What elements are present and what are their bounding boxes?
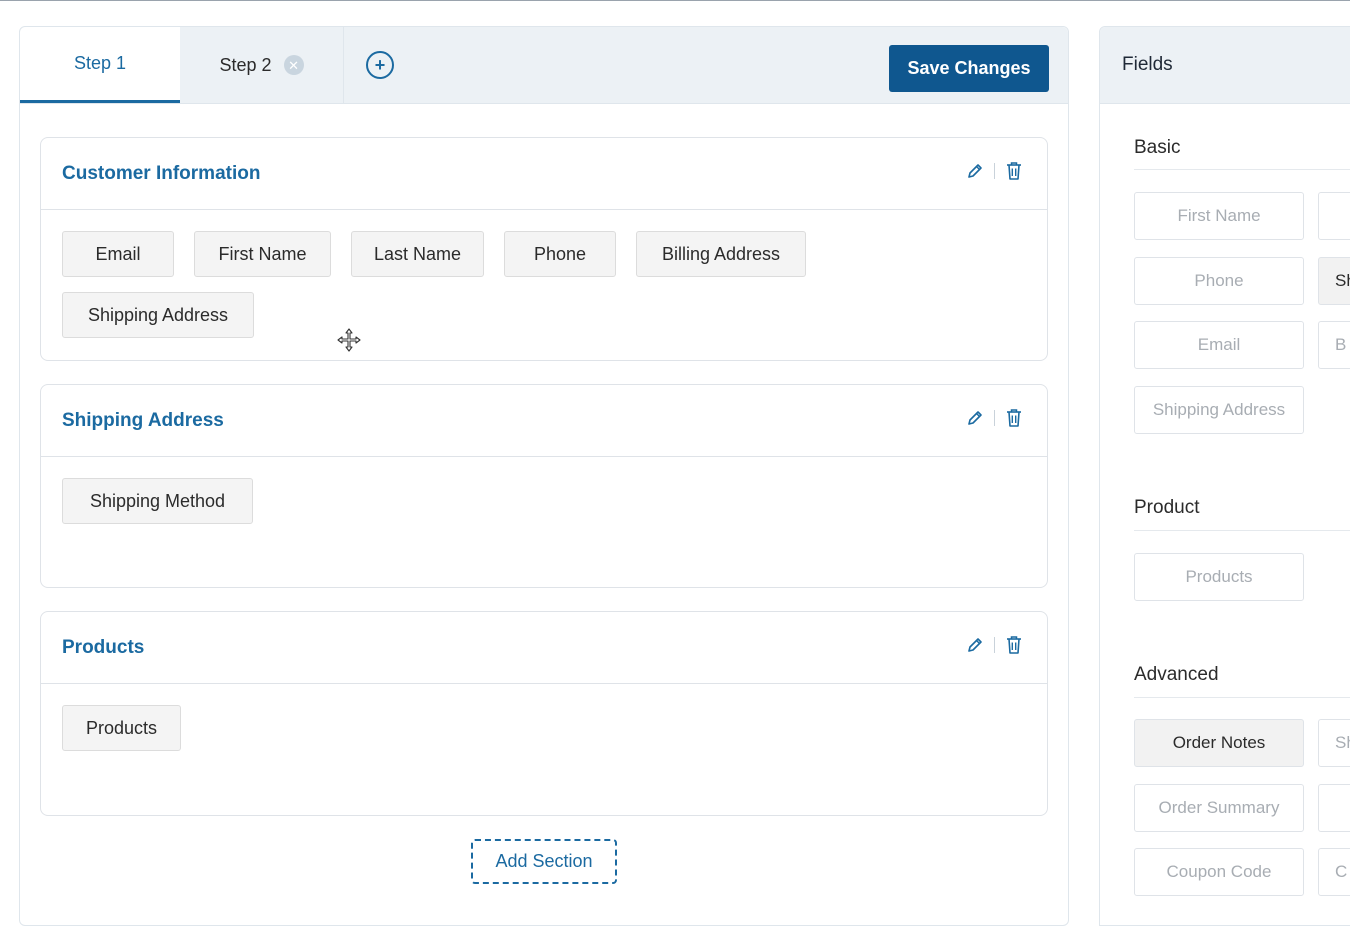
close-icon[interactable]: ✕ xyxy=(283,55,304,75)
fields-panel: Fields Basic First Name Phone Sh Email B… xyxy=(1099,26,1350,926)
field-chip[interactable]: Products xyxy=(62,705,181,751)
palette-field[interactable] xyxy=(1318,784,1350,832)
pencil-icon[interactable] xyxy=(964,407,986,429)
palette-field[interactable]: B xyxy=(1318,321,1350,369)
field-chip[interactable]: Shipping Address xyxy=(62,292,254,338)
save-button[interactable]: Save Changes xyxy=(889,45,1049,92)
section-actions xyxy=(964,407,1025,429)
group-title-basic: Basic xyxy=(1134,137,1181,158)
divider xyxy=(994,410,995,426)
move-cursor-icon xyxy=(337,328,361,352)
trash-icon[interactable] xyxy=(1003,407,1025,429)
section-shipping-address: Shipping Address Shipping Method xyxy=(40,384,1048,588)
add-section-button[interactable]: Add Section xyxy=(471,839,617,884)
pencil-icon[interactable] xyxy=(964,634,986,656)
group-divider xyxy=(1134,697,1350,698)
palette-field[interactable] xyxy=(1318,192,1350,240)
tab-step-1[interactable]: Step 1 xyxy=(20,27,180,103)
tab-step-2-label: Step 2 xyxy=(219,54,272,75)
field-chip[interactable]: Email xyxy=(62,231,174,277)
field-chip[interactable]: Phone xyxy=(504,231,616,277)
palette-field[interactable]: Shipping Address xyxy=(1134,386,1304,434)
palette-field[interactable]: Phone xyxy=(1134,257,1304,305)
group-divider xyxy=(1134,530,1350,531)
section-header: Shipping Address xyxy=(41,385,1047,457)
palette-field[interactable]: Email xyxy=(1134,321,1304,369)
palette-field[interactable]: C xyxy=(1318,848,1350,896)
palette-field[interactable]: Coupon Code xyxy=(1134,848,1304,896)
field-chip[interactable]: First Name xyxy=(194,231,331,277)
fields-panel-title: Fields xyxy=(1100,27,1350,104)
add-step-button[interactable]: + xyxy=(366,51,394,79)
step-builder-panel: Step 1 Step 2 ✕ + Save Changes Customer … xyxy=(19,26,1069,926)
palette-field[interactable]: Order Notes xyxy=(1134,719,1304,767)
section-customer-information: Customer Information Email First Name La… xyxy=(40,137,1048,361)
palette-field[interactable]: First Name xyxy=(1134,192,1304,240)
top-border xyxy=(0,0,1350,1)
section-title: Products xyxy=(62,637,145,658)
section-products: Products Products xyxy=(40,611,1048,816)
plus-icon: + xyxy=(374,54,386,75)
palette-field[interactable]: Order Summary xyxy=(1134,784,1304,832)
section-actions xyxy=(964,634,1025,656)
section-header: Products xyxy=(41,612,1047,684)
tab-step-1-label: Step 1 xyxy=(73,53,127,73)
section-header: Customer Information xyxy=(41,138,1047,210)
section-title: Customer Information xyxy=(62,163,261,184)
group-divider xyxy=(1134,169,1350,170)
field-chip[interactable]: Last Name xyxy=(351,231,484,277)
divider xyxy=(994,637,995,653)
pencil-icon[interactable] xyxy=(964,160,986,182)
palette-field[interactable]: Products xyxy=(1134,553,1304,601)
field-chip[interactable]: Shipping Method xyxy=(62,478,253,524)
palette-field[interactable]: Sh xyxy=(1318,257,1350,305)
section-actions xyxy=(964,160,1025,182)
group-title-advanced: Advanced xyxy=(1134,664,1219,685)
trash-icon[interactable] xyxy=(1003,634,1025,656)
section-title: Shipping Address xyxy=(62,410,224,431)
divider xyxy=(994,163,995,179)
trash-icon[interactable] xyxy=(1003,160,1025,182)
step-tab-bar: Step 1 Step 2 ✕ + Save Changes xyxy=(20,27,1068,104)
tab-step-2[interactable]: Step 2 ✕ xyxy=(180,27,344,103)
group-title-product: Product xyxy=(1134,497,1200,518)
field-chip[interactable]: Billing Address xyxy=(636,231,806,277)
palette-field[interactable]: Sh xyxy=(1318,719,1350,767)
